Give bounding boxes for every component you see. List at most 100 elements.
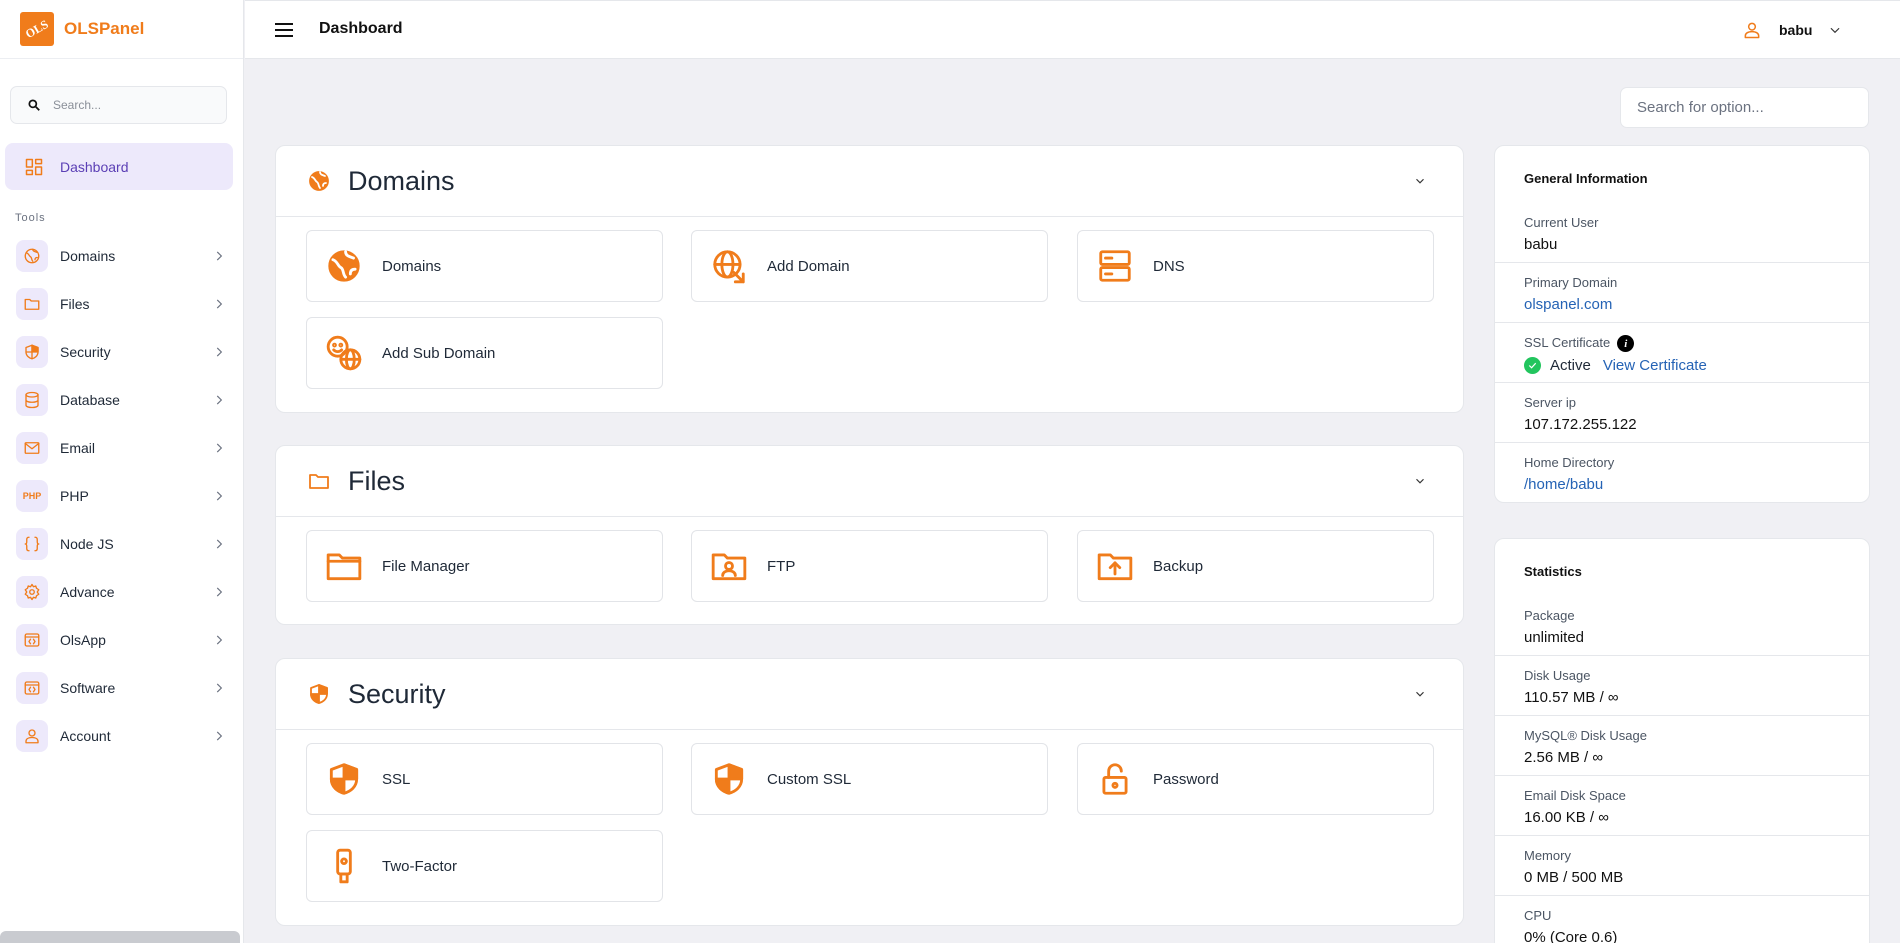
tile-label: Add Domain [767,257,850,275]
info-row-current-user: Current User babu [1495,203,1869,263]
section-title: Files [348,465,406,496]
top-header: Dashboard babu [245,0,1900,59]
collapse-toggle-button[interactable] [1413,687,1427,701]
info-label: SSL Certificate i [1524,335,1869,353]
tile-label: Two-Factor [382,857,458,875]
option-search-input[interactable] [1637,99,1857,116]
sidebar-item-database[interactable]: Database [16,382,226,418]
tile-label: Custom SSL [767,770,852,788]
stat-value: 0% (Core 0.6) [1524,929,1618,943]
sidebar-item-security[interactable]: Security [16,334,226,370]
tile-label: Backup [1153,557,1204,575]
section-header[interactable]: Security [276,659,1463,730]
section-title: Security [348,678,446,709]
sidebar-item-label: Advance [60,584,115,600]
stat-label: Email Disk Space [1524,788,1626,803]
chevron-down-icon [1416,478,1424,484]
tile-password[interactable]: Password [1077,743,1434,815]
server-icon [1099,250,1131,282]
sidebar-item-php[interactable]: PHP PHP [16,478,226,514]
sidebar-item-label: Node JS [60,536,114,552]
general-info-card: General Information Current User babu Pr… [1494,145,1870,503]
tile-ftp[interactable]: FTP [691,530,1048,602]
user-menu[interactable]: babu [1742,20,1842,40]
sidebar-item-label: PHP [60,488,89,504]
chevron-right-icon [212,537,226,551]
tile-label: SSL [382,770,411,788]
sidebar-item-advance[interactable]: Advance [16,574,226,610]
sidebar-item-files[interactable]: Files [16,286,226,322]
security-section: Security SSL Custom SSL Password Two-Fac… [275,658,1464,926]
info-icon[interactable]: i [1617,335,1635,353]
section-header[interactable]: Files [276,446,1463,517]
tile-label: Password [1153,770,1219,788]
globe-icon [309,171,329,191]
stat-value: 0 MB / 500 MB [1524,869,1624,886]
globe-icon [328,250,360,282]
chevron-right-icon [212,297,226,311]
shield-icon [310,684,328,704]
sidebar-item-email[interactable]: Email [16,430,226,466]
info-label: Home Directory [1524,455,1615,470]
username: babu [1779,22,1813,38]
chevron-right-icon [212,345,226,359]
tile-dns[interactable]: DNS [1077,230,1434,302]
shield-icon [714,763,744,795]
primary-domain-link[interactable]: olspanel.com [1524,296,1869,313]
tile-custom-ssl[interactable]: Custom SSL [691,743,1048,815]
sidebar-item-nodejs[interactable]: Node JS [16,526,226,562]
tile-domains[interactable]: Domains [306,230,663,302]
tile-label: Add Sub Domain [382,344,496,362]
sidebar-item-dashboard[interactable]: Dashboard [5,143,233,190]
section-header[interactable]: Domains [276,146,1463,217]
tools-heading: Tools [15,212,46,224]
dashboard-grid-icon [25,158,43,175]
collapse-toggle-button[interactable] [1413,474,1427,488]
info-label: Server ip [1524,395,1577,410]
option-search[interactable] [1620,87,1869,128]
chevron-right-icon [212,681,226,695]
tile-backup[interactable]: Backup [1077,530,1434,602]
sidebar-scrollbar[interactable] [0,931,240,943]
sidebar-item-olsapp[interactable]: OlsApp [16,622,226,658]
collapse-toggle-button[interactable] [1413,174,1427,188]
card-title: General Information [1524,171,1648,186]
sidebar-item-label: Software [60,680,116,696]
app-code-icon [24,633,40,647]
sidebar-item-software[interactable]: Software [16,670,226,706]
chevron-down-icon [1416,178,1424,184]
chevron-right-icon [212,441,226,455]
brand-name: OLSPanel [64,19,145,38]
unlock-icon [1102,763,1128,795]
tile-add-domain[interactable]: Add Domain [691,230,1048,302]
tile-label: DNS [1153,257,1185,275]
sidebar-item-label: Email [60,440,96,456]
sidebar-item-account[interactable]: Account [16,718,226,754]
home-directory-link[interactable]: /home/babu [1524,476,1869,493]
tile-ssl[interactable]: SSL [306,743,663,815]
stat-label: Memory [1524,848,1571,863]
brand[interactable]: OLS OLSPanel [0,0,243,59]
folder-user-icon [711,553,747,581]
chevron-down-icon [1416,691,1424,697]
tile-file-manager[interactable]: File Manager [306,530,663,602]
tile-add-sub-domain[interactable]: Add Sub Domain [306,317,663,389]
sidebar-item-label: Security [60,344,111,360]
chevron-down-icon [1830,27,1840,34]
stat-value: unlimited [1524,629,1585,646]
shield-icon [25,344,39,360]
stat-label: Package [1524,608,1575,623]
domains-section: Domains Domains Add Domain DNS Add Sub D… [275,145,1464,413]
statistics-card: Statistics Package unlimited Disk Usage … [1494,538,1870,943]
sidebar-item-domains[interactable]: Domains [16,238,226,274]
chevron-right-icon [212,633,226,647]
sidebar-search-input[interactable] [53,98,213,112]
view-certificate-link[interactable]: View Certificate [1603,357,1707,374]
hamburger-menu-button[interactable] [274,21,294,39]
sidebar-item-label: OlsApp [60,632,106,648]
stat-label: Disk Usage [1524,668,1591,683]
tile-two-factor[interactable]: Two-Factor [306,830,663,902]
sidebar-search[interactable] [10,86,227,124]
stat-value: 110.57 MB / ∞ [1524,689,1619,706]
shield-icon [329,763,359,795]
